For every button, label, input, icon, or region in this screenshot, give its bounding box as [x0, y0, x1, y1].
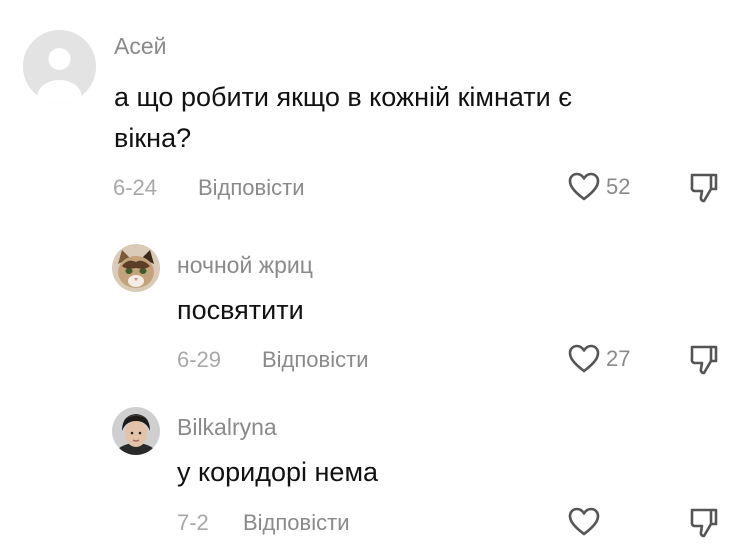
comment-author[interactable]: Bilkalryna — [177, 413, 277, 441]
like-button[interactable] — [568, 507, 606, 537]
comment-text: у коридорі нема — [177, 457, 379, 487]
comment-text: посвятити — [177, 295, 304, 325]
avatar[interactable] — [23, 30, 96, 103]
comment-text: вікна? — [114, 123, 192, 153]
like-button[interactable]: 52 — [568, 172, 630, 202]
comment-date: 6-24 — [113, 175, 158, 200]
cat-photo-avatar — [112, 244, 160, 292]
comment-item: Bilkalryna у коридорі нема 7-2 Відповіст… — [0, 385, 750, 549]
comment-item: Асей а що робити якщо в кожній кімнати є… — [0, 0, 750, 215]
dislike-button[interactable] — [689, 507, 719, 539]
reply-button[interactable]: Відповісти — [198, 175, 305, 201]
like-count: 52 — [606, 174, 631, 199]
default-user-icon — [23, 30, 96, 103]
comment-author[interactable]: Асей — [114, 32, 166, 60]
like-count: 27 — [606, 346, 631, 371]
like-button[interactable]: 27 — [568, 344, 630, 374]
thumbs-down-outline-icon — [690, 508, 718, 538]
comment-author[interactable]: ночной жриц — [177, 251, 313, 279]
heart-outline-icon — [568, 172, 600, 201]
dislike-button[interactable] — [689, 344, 719, 376]
avatar[interactable] — [112, 407, 160, 455]
comment-date: 6-29 — [177, 347, 222, 372]
thumbs-down-outline-icon — [690, 345, 718, 375]
comment-date: 7-2 — [177, 510, 209, 535]
reply-button[interactable]: Відповісти — [262, 347, 369, 373]
comment-text: а що робити якщо в кожній кімнати є — [114, 82, 572, 112]
avatar[interactable] — [112, 244, 160, 292]
reply-button[interactable]: Відповісти — [243, 510, 350, 536]
dislike-button[interactable] — [689, 172, 719, 204]
heart-outline-icon — [568, 344, 600, 373]
thumbs-down-outline-icon — [690, 173, 718, 203]
person-photo-avatar — [112, 407, 160, 455]
comment-item: ночной жриц посвятити 6-29 Відповісти 27 — [0, 215, 750, 385]
heart-outline-icon — [568, 507, 600, 536]
